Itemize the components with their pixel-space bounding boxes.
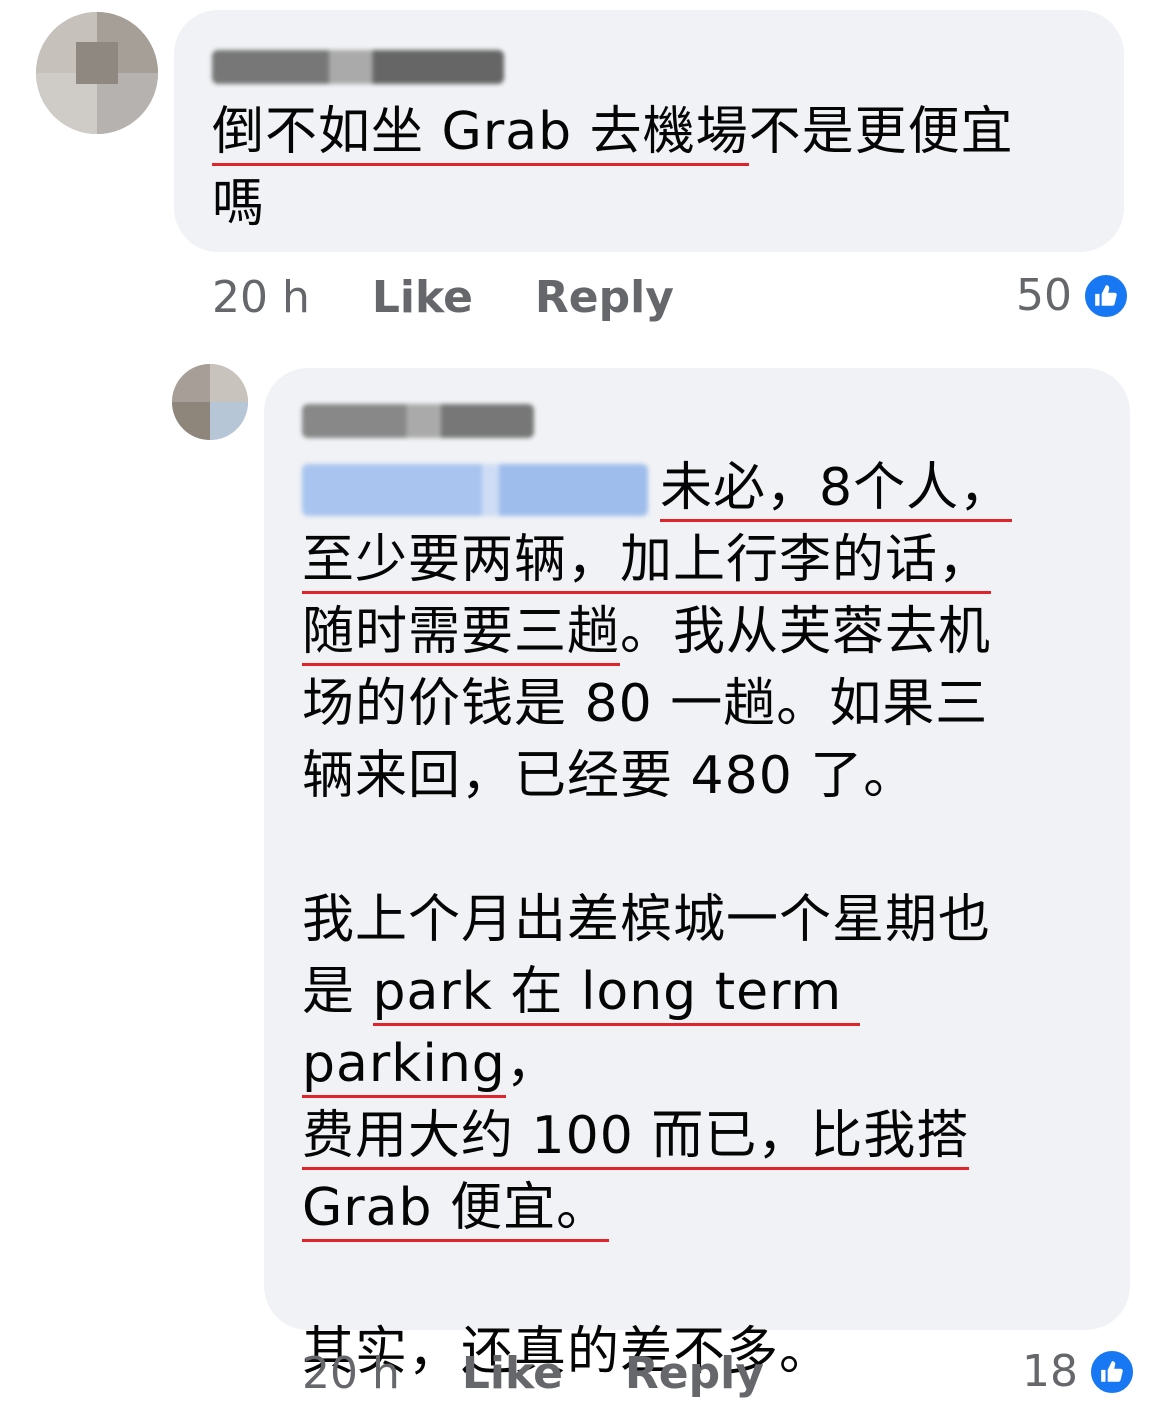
comment-bubble: 倒不如坐 Grab 去機場不是更便宜嗎 <box>174 10 1124 252</box>
reply-button[interactable]: Reply <box>625 1348 764 1399</box>
commenter-name-redacted[interactable] <box>302 404 534 438</box>
avatar[interactable] <box>172 364 248 440</box>
commenter-name-redacted[interactable] <box>212 50 504 84</box>
text-segment: 不是更便宜 <box>748 102 1014 162</box>
reaction-summary[interactable]: 18 <box>1022 1346 1136 1397</box>
reply-bubble: 未必，8个人， 至少要两辆，加上行李的话， 随时需要三趟。我从芙蓉去机 场的价钱是 8… <box>264 368 1130 1382</box>
timestamp: 20 h <box>302 1348 400 1399</box>
text-line: 至少要两辆，加上行李的话， <box>302 524 1112 596</box>
underlined-segment: 至少要两辆，加上行李的话， <box>302 530 992 594</box>
text-segment: 辆来回，已经要 480 了。 <box>302 746 917 806</box>
underlined-segment: 费用大约 100 而已，比我搭 <box>302 1106 970 1170</box>
reaction-summary[interactable]: 50 <box>1016 270 1130 321</box>
underlined-segment: 随时需要三趟 <box>302 602 621 666</box>
thumbs-up-icon <box>1082 271 1130 320</box>
text-line: 倒不如坐 Grab 去機場不是更便宜 <box>212 96 1102 168</box>
text-segment: 我上个月出差槟城一个星期也 <box>302 890 992 950</box>
timestamp: 20 h <box>212 272 310 323</box>
text-line: 我上个月出差槟城一个星期也 <box>302 884 1112 956</box>
underlined-segment: Grab 便宜。 <box>302 1178 610 1242</box>
text-line: 嗎 <box>212 168 1102 240</box>
text-line: 费用大约 100 而已，比我搭 <box>302 1100 1112 1172</box>
reaction-count: 18 <box>1022 1346 1078 1397</box>
like-button[interactable]: Like <box>462 1348 563 1399</box>
text-line: 场的价钱是 80 一趟。如果三 <box>302 668 1112 740</box>
thumbs-up-icon <box>1088 1347 1136 1396</box>
text-line <box>302 1244 1112 1316</box>
reaction-count: 50 <box>1016 270 1072 321</box>
comment-text: 倒不如坐 Grab 去機場不是更便宜嗎 <box>212 96 1102 240</box>
text-line: 随时需要三趟。我从芙蓉去机 <box>302 596 1112 668</box>
avatar[interactable] <box>36 12 158 134</box>
reply-button[interactable]: Reply <box>535 272 674 323</box>
text-segment: 。我从芙蓉去机 <box>620 602 992 662</box>
underlined-segment: 未必，8个人， <box>660 458 1013 522</box>
comment-meta: 20 h Like Reply <box>212 272 674 323</box>
text-segment: 是 <box>302 962 373 1022</box>
text-line: Grab 便宜。 <box>302 1172 1112 1244</box>
text-segment: 嗎 <box>212 174 266 234</box>
text-line: 辆来回，已经要 480 了。 <box>302 740 1112 812</box>
underlined-segment: 倒不如坐 Grab 去機場 <box>212 102 749 166</box>
text-segment: ， <box>505 1034 559 1094</box>
text-line: 未必，8个人， <box>302 452 1112 524</box>
underlined-segment: park 在 long term parking <box>302 962 860 1098</box>
text-segment: 场的价钱是 80 一趟。如果三 <box>302 674 989 734</box>
text-line <box>302 812 1112 884</box>
like-button[interactable]: Like <box>372 272 473 323</box>
reply-text: 未必，8个人， 至少要两辆，加上行李的话， 随时需要三趟。我从芙蓉去机 场的价钱是 8… <box>302 452 1112 1388</box>
text-line: 是 park 在 long term parking， <box>302 956 1112 1100</box>
comment-meta: 20 h Like Reply <box>302 1348 764 1399</box>
